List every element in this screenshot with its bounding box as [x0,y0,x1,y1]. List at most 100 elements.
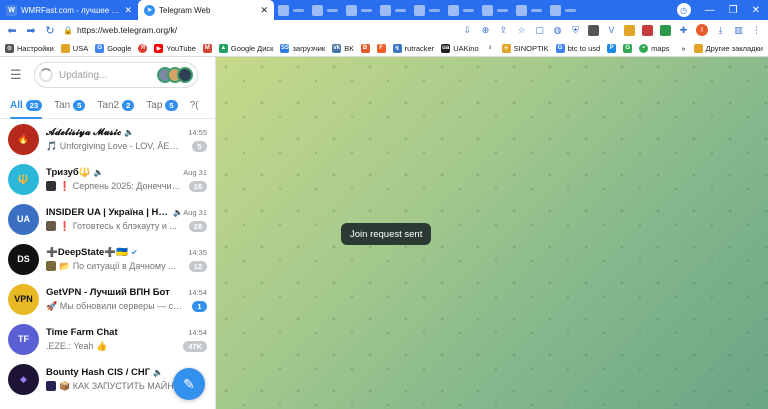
bookmark-thermometer[interactable]: ı [485,43,495,53]
chat-name: ➕DeepState➕🇺🇦 [46,246,128,258]
extension-icon[interactable] [588,24,599,36]
bookmark-g[interactable]: G [623,43,633,53]
bookmark-google[interactable]: G Google [95,43,131,53]
chat-list-item[interactable]: VPN GetVPN - Лучший ВПН Бот 14:54 🚀 Мы об… [0,279,215,319]
telegram-favicon-icon: ➤ [144,4,155,16]
chat-list-item[interactable]: 🔥 𝓐𝓭𝓮𝓵𝓲𝓼𝓲𝔂𝓪 𝓜𝓾𝓼𝓲𝓬 🔈 14:55 🎵 Unforgiving Lo… [0,119,215,159]
browser-tab[interactable] [274,0,308,20]
bookmark-f[interactable]: F [376,43,386,53]
maximize-icon[interactable]: ❐ [729,5,738,16]
extension-icon[interactable] [624,24,635,36]
p-icon: P [607,43,617,53]
close-icon[interactable]: ✕ [124,5,132,16]
bookmarks-bar: ⚙ Настройки USA G Google Я ▶ YouTube M ▲ Goo… [0,40,768,57]
bookmark-maps[interactable]: • maps [639,43,670,53]
zoom-icon[interactable]: ⊕ [480,25,491,36]
browser-tab[interactable] [308,0,342,20]
tab-overflow[interactable]: ?( [190,93,199,119]
shield-icon[interactable]: ⛨ [570,25,581,36]
address-bar[interactable]: 🔒 https://web.telegram.org/k/ [63,25,177,35]
unread-badge: 47K [183,340,207,352]
bookmark-google-drive[interactable]: ▲ Google Диск [218,43,274,53]
forward-arrow-icon[interactable]: ➡ [25,24,37,37]
lock-icon: 🔒 [63,25,73,35]
bookmark-vk[interactable]: vk ВК [332,43,354,53]
chat-list-item[interactable]: 🔱 Тризуб🔱 🔈 Aug 31 ❗ Серпень 2025: Донеччи… [0,159,215,199]
browser-tab[interactable] [444,0,478,20]
split-icon[interactable]: ▢ [534,25,545,36]
chat-last-message: 📂 По ситуації в Дачному ... [59,260,176,271]
bookmark-other[interactable]: Другие закладки [693,43,763,53]
muted-icon: 🔈 [93,167,104,177]
folder-tabs: All 23 Tan 5 Tan2 2 Tap 5 ?( [0,93,215,119]
browser-tab[interactable] [376,0,410,20]
tab-title-placeholder [327,8,338,12]
background-pattern [216,57,768,409]
bookmark-gmail[interactable]: M [202,43,212,53]
chat-name: Time Farm Chat [46,326,118,338]
reload-icon[interactable]: ↻ [44,24,56,37]
clock-icon[interactable]: ◷ [676,3,691,17]
stories-strip[interactable] [157,67,193,83]
chevron-right-icon[interactable]: » [681,44,685,53]
toolbar-actions: ⇩ ⊕ ⇪ ☆ ▢ ◍ ⛨ V ✚ I ⤓ ▥ ⋮ [462,24,762,36]
chat-list-item[interactable]: TF Time Farm Chat 14:54 .EZE.: Yeah 👍 47K [0,319,215,359]
story-avatar[interactable] [177,67,193,83]
ya-icon: Я [138,43,148,53]
bookmark-uakino[interactable]: ua UAKino [441,43,479,53]
muted-icon: 🔈 [124,127,135,137]
tab-all[interactable]: All 23 [10,93,43,119]
window-close-icon[interactable]: ✕ [752,5,760,16]
bookmark-b[interactable]: B [360,43,370,53]
chat-list-item[interactable]: UA INSIDER UA | Україна | Нов... 🔈 Aug 31 … [0,199,215,239]
bookmark-sinoptik[interactable]: ☀ SINOPTIK [501,43,549,53]
window-controls: ◷ — ❐ ✕ [676,0,768,20]
bookmark-label: Google Диск [230,43,274,53]
download-icon[interactable]: ⇩ [462,25,473,36]
downloads-icon[interactable]: ⤓ [715,25,726,36]
bookmark-usa[interactable]: USA [60,43,88,53]
browser-tab[interactable] [342,0,376,20]
tab-title-placeholder [565,8,576,12]
sidebar-icon[interactable]: ▥ [733,25,744,36]
puzzle-icon[interactable]: ✚ [678,25,689,36]
back-arrow-icon[interactable]: ⬅ [6,24,18,37]
bookmarks-overflow: » Другие закладки [681,43,763,53]
bookmark-p[interactable]: P [607,43,617,53]
vpn-icon[interactable]: V [606,25,617,35]
bookmark-yandex[interactable]: Я [138,43,148,53]
browser-tab[interactable] [478,0,512,20]
bookmark-rutracker[interactable]: ↯ rutracker [392,43,434,53]
globe-icon[interactable]: ◍ [552,25,563,36]
chat-list-item[interactable]: DS ➕DeepState➕🇺🇦 ✔ 14:35 📂 По ситуації в Д… [0,239,215,279]
browser-tab[interactable] [512,0,546,20]
tab-tan2[interactable]: Tan2 2 [97,93,135,119]
bookmark-youtube[interactable]: ▶ YouTube [154,43,196,53]
tab-title: WMRFast.com - лучшее место дл [21,5,121,15]
bookmark-settings[interactable]: ⚙ Настройки [5,43,54,53]
extension-icon[interactable] [660,24,671,36]
sun-icon: ☀ [501,43,511,53]
browser-tab[interactable] [546,0,580,20]
star-icon[interactable]: ☆ [516,25,527,36]
minimize-icon[interactable]: — [705,5,715,16]
tab-tan[interactable]: Tan 5 [54,93,86,119]
new-message-button[interactable]: ✎ [173,368,205,400]
chat-name: 𝓐𝓭𝓮𝓵𝓲𝓼𝓲𝔂𝓪 𝓜𝓾𝓼𝓲𝓬 [46,126,122,138]
bookmark-downloader[interactable]: SS загрузчик [280,43,326,53]
profile-avatar-icon[interactable]: I [696,24,708,36]
favicon-icon [346,4,357,16]
bookmark-label: UAKino [453,43,479,53]
browser-tab[interactable] [410,0,444,20]
browser-tab-wmrfast[interactable]: W WMRFast.com - лучшее место дл ✕ [0,0,138,20]
close-icon[interactable]: ✕ [260,5,268,16]
more-menu-icon[interactable]: ⋮ [751,25,762,36]
browser-tab-telegram[interactable]: ➤ Telegram Web ✕ [138,0,274,20]
search-input[interactable]: Updating... [34,62,198,88]
tab-tap[interactable]: Tap 5 [146,93,178,119]
extension-icon[interactable] [642,24,653,36]
hamburger-menu-icon[interactable]: ☰ [10,67,24,83]
share-icon[interactable]: ⇪ [498,25,509,36]
bookmark-btc[interactable]: Gbtc to usd [555,43,600,53]
bookmark-label: загрузчик [292,43,326,53]
